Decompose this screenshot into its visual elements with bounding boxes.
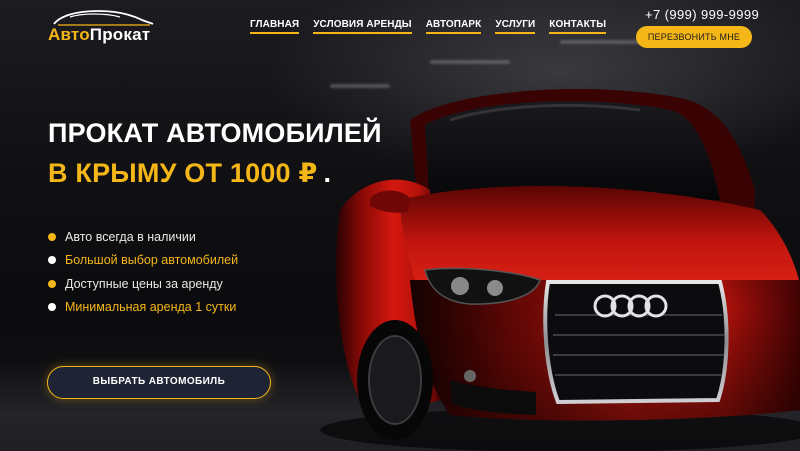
brand-logo[interactable]: АвтоПрокат [44, 8, 164, 44]
hero-title-highlight: В КРЫМУ ОТ 1000 ₽ [48, 158, 318, 188]
nav-item-contacts[interactable]: КОНТАКТЫ [549, 19, 607, 34]
nav-item-home[interactable]: ГЛАВНАЯ [250, 19, 300, 34]
bullet-icon [48, 232, 56, 241]
feature-text: Минимальная аренда 1 сутки [65, 300, 237, 315]
feature-text: Доступные цены за аренду [65, 276, 223, 291]
logo-text-part1: Авто [48, 25, 90, 44]
feature-text: Авто всегда в наличии [65, 229, 196, 244]
nav-item-rental-terms[interactable]: УСЛОВИЯ АРЕНДЫ [313, 19, 412, 34]
feature-text: Большой выбор автомобилей [65, 253, 239, 268]
choose-car-button[interactable]: ВЫБРАТЬ АВТОМОБИЛЬ [47, 366, 271, 399]
list-item: Доступные цены за аренду [48, 272, 238, 296]
list-item: Авто всегда в наличии [48, 225, 238, 249]
bullet-icon [48, 256, 56, 265]
nav-item-services[interactable]: УСЛУГИ [495, 19, 536, 34]
bullet-icon [48, 303, 56, 312]
hero-title-dot: . [323, 158, 332, 188]
feature-list: Авто всегда в наличии Большой выбор авто… [48, 225, 238, 319]
phone-number[interactable]: +7 (999) 999-9999 [645, 7, 759, 22]
main-nav: ГЛАВНАЯ УСЛОВИЯ АРЕНДЫ АВТОПАРК УСЛУГИ К… [250, 19, 620, 34]
hero-title-line2: В КРЫМУ ОТ 1000 ₽. [48, 158, 331, 189]
logo-text-part2: Прокат [89, 25, 151, 44]
list-item: Большой выбор автомобилей [48, 249, 238, 273]
bullet-icon [48, 279, 56, 288]
list-item: Минимальная аренда 1 сутки [48, 296, 238, 320]
callback-button[interactable]: ПЕРЕЗВОНИТЬ МНЕ [636, 26, 752, 48]
nav-item-fleet[interactable]: АВТОПАРК [425, 19, 482, 34]
ceiling-light [430, 60, 510, 64]
hero-section: АвтоПрокат ГЛАВНАЯ УСЛОВИЯ АРЕНДЫ АВТОПА… [0, 0, 800, 451]
hero-title-line1: ПРОКАТ АВТОМОБИЛЕЙ [48, 118, 382, 148]
logo-text: АвтоПрокат [48, 25, 150, 45]
